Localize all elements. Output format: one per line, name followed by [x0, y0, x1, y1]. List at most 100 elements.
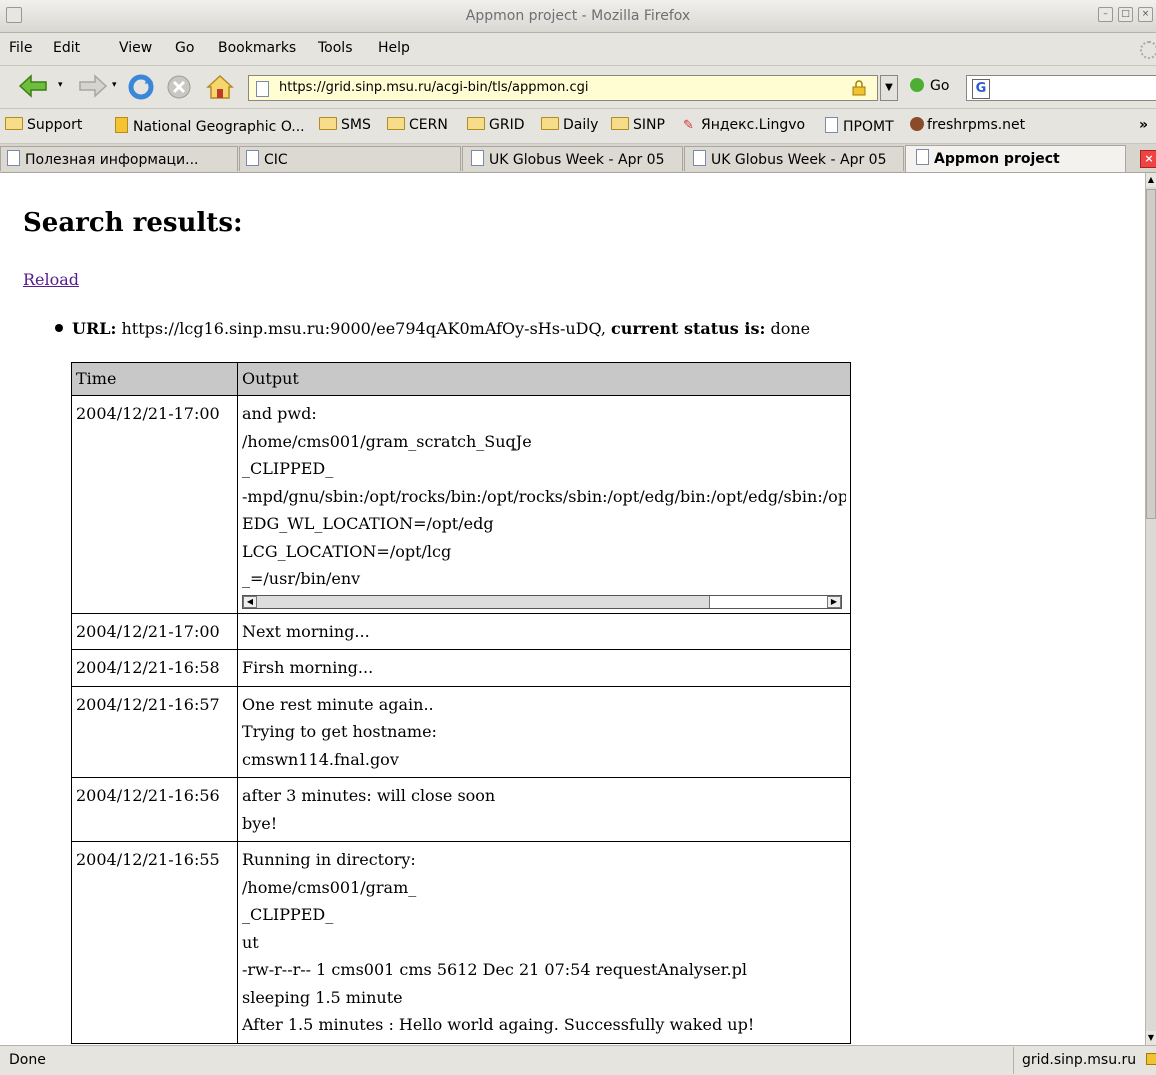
scrollbar-thumb[interactable]	[257, 595, 710, 608]
bookmark-freshrpms[interactable]: freshrpms.net	[910, 117, 1025, 133]
go-arrow-icon	[910, 78, 924, 92]
time-cell: 2004/12/21-16:57	[71, 685, 238, 778]
bookmark-grid[interactable]: GRID	[467, 117, 525, 133]
scroll-left-arrow-icon[interactable]: ◀	[243, 595, 257, 608]
search-input[interactable]: G	[966, 75, 1156, 101]
table-row: 2004/12/21-16:55 Running in directory: /…	[71, 841, 851, 1044]
menu-file[interactable]: File	[9, 40, 32, 56]
tab-appmon-project[interactable]: Appmon project	[905, 145, 1126, 172]
maximize-icon[interactable]: □	[1118, 7, 1133, 22]
output-line: ut	[242, 932, 259, 952]
folder-icon	[387, 117, 405, 130]
url-history-dropdown-icon[interactable]: ▼	[880, 75, 898, 101]
menu-go[interactable]: Go	[175, 40, 194, 56]
reload-icon[interactable]	[127, 74, 155, 104]
go-button[interactable]: Go	[910, 78, 949, 94]
menu-help[interactable]: Help	[378, 40, 410, 56]
output-cell: after 3 minutes: will close soon bye!	[237, 777, 851, 842]
page-content: Search results: Reload URL: https://lcg1…	[0, 173, 1145, 1045]
page-vertical-scrollbar[interactable]: ▲ ▼	[1145, 173, 1156, 1045]
back-arrow-icon[interactable]	[18, 74, 50, 102]
output-line: Running in directory:	[242, 850, 416, 869]
status-bar: Done grid.sinp.msu.ru	[0, 1045, 1156, 1075]
bookmarks-toolbar: Support National Geographic O... SMS CER…	[0, 109, 1156, 144]
output-scroll-area[interactable]: and pwd: /home/cms001/gram_scratch_SuqJe…	[242, 400, 846, 593]
url-text: https://grid.sinp.msu.ru/acgi-bin/tls/ap…	[279, 80, 589, 95]
horizontal-scrollbar[interactable]: ◀ ▶	[242, 594, 842, 609]
close-window-icon[interactable]: ×	[1138, 7, 1153, 22]
column-header-output: Output	[237, 362, 851, 396]
bookmark-cern[interactable]: CERN	[387, 117, 448, 133]
window-title: Appmon project - Mozilla Firefox	[465, 8, 691, 24]
output-cell: One rest minute again.. Trying to get ho…	[237, 685, 851, 778]
lock-icon[interactable]	[851, 80, 867, 100]
close-tab-icon[interactable]: ×	[1140, 150, 1156, 168]
page-title: Search results:	[23, 208, 243, 238]
scroll-up-arrow-icon[interactable]: ▲	[1146, 173, 1156, 187]
url-label: URL:	[72, 319, 117, 338]
throbber-icon	[1140, 41, 1156, 59]
bookmark-label: Яндекс.Lingvo	[701, 117, 806, 133]
page-icon	[916, 149, 929, 165]
forward-dropdown-icon[interactable]: ▾	[112, 80, 117, 90]
bookmark-label: ПРОМТ	[843, 119, 894, 135]
navigation-toolbar: ▾ ▾ https://grid.sinp.msu.ru/acgi-bin/tl…	[0, 66, 1156, 109]
tab-label: CIC	[264, 152, 288, 168]
tab-label: UK Globus Week - Apr 05	[489, 152, 665, 168]
folder-icon	[541, 117, 559, 130]
bookmark-promt[interactable]: ПРОМТ	[825, 117, 894, 135]
table-header-row: Time Output	[71, 362, 851, 396]
bookmark-label: SMS	[341, 117, 371, 133]
output-line: /home/cms001/gram_	[242, 877, 417, 897]
lock-icon	[1145, 1053, 1156, 1065]
forward-arrow-icon[interactable]	[78, 74, 108, 102]
scroll-right-arrow-icon[interactable]: ▶	[827, 595, 841, 608]
output-line: _CLIPPED_	[242, 905, 334, 924]
table-row: 2004/12/21-17:00 and pwd: /home/cms001/g…	[71, 395, 851, 614]
google-icon[interactable]: G	[972, 79, 990, 99]
back-dropdown-icon[interactable]: ▾	[58, 80, 63, 90]
bookmark-label: SINP	[633, 117, 665, 133]
page-icon	[256, 81, 269, 99]
url-bar[interactable]: https://grid.sinp.msu.ru/acgi-bin/tls/ap…	[248, 75, 878, 101]
go-label: Go	[930, 78, 950, 94]
tab-cic[interactable]: CIC	[239, 146, 461, 171]
bookmark-national-geographic[interactable]: National Geographic O...	[115, 117, 305, 135]
output-cell: Running in directory: /home/cms001/gram_…	[237, 841, 851, 1044]
output-line: _=/usr/bin/env	[242, 569, 361, 588]
freshrpms-icon	[910, 117, 924, 131]
output-line: -mpd/gnu/sbin:/opt/rocks/bin:/opt/rocks/…	[242, 486, 846, 506]
page-scrollbar-thumb[interactable]	[1146, 189, 1156, 519]
scroll-down-arrow-icon[interactable]: ▼	[1146, 1031, 1156, 1045]
bookmark-yandex-lingvo[interactable]: ✎ Яндекс.Lingvo	[683, 117, 805, 133]
menu-view[interactable]: View	[119, 40, 152, 56]
menu-tools[interactable]: Tools	[318, 40, 353, 56]
security-host-indicator[interactable]: grid.sinp.msu.ru	[1013, 1047, 1156, 1074]
more-bookmarks-chevron-icon[interactable]: »	[1139, 117, 1148, 133]
time-cell: 2004/12/21-16:56	[71, 777, 238, 842]
menu-bar: File Edit View Go Bookmarks Tools Help	[0, 33, 1156, 66]
table-row: 2004/12/21-16:57 One rest minute again..…	[71, 685, 851, 778]
tab-uk-globus-week-2[interactable]: UK Globus Week - Apr 05	[684, 146, 904, 171]
bookmark-daily[interactable]: Daily	[541, 117, 598, 133]
bookmark-sinp[interactable]: SINP	[611, 117, 665, 133]
minimize-icon[interactable]: –	[1098, 7, 1113, 22]
bookmark-label: Daily	[563, 117, 599, 133]
tab-uk-globus-week-1[interactable]: UK Globus Week - Apr 05	[462, 146, 683, 171]
reload-link[interactable]: Reload	[23, 270, 79, 289]
output-line: -rw-r--r-- 1 cms001 cms 5612 Dec 21 07:5…	[242, 960, 747, 979]
output-line: Next morning...	[242, 621, 370, 641]
home-icon[interactable]	[205, 74, 235, 104]
time-cell: 2004/12/21-16:55	[71, 841, 238, 1044]
folder-icon	[467, 117, 485, 130]
column-header-time: Time	[71, 362, 238, 396]
menu-edit[interactable]: Edit	[53, 40, 80, 56]
status-text: Done	[9, 1052, 46, 1068]
bookmark-support[interactable]: Support	[5, 117, 82, 133]
output-line: EDG_WL_LOCATION=/opt/edg	[242, 514, 494, 533]
tab-useful-info[interactable]: Полезная информаци...	[0, 146, 238, 171]
stop-icon[interactable]	[166, 74, 192, 104]
bookmark-label: freshrpms.net	[927, 117, 1026, 133]
bookmark-sms[interactable]: SMS	[319, 117, 371, 133]
menu-bookmarks[interactable]: Bookmarks	[218, 40, 296, 56]
